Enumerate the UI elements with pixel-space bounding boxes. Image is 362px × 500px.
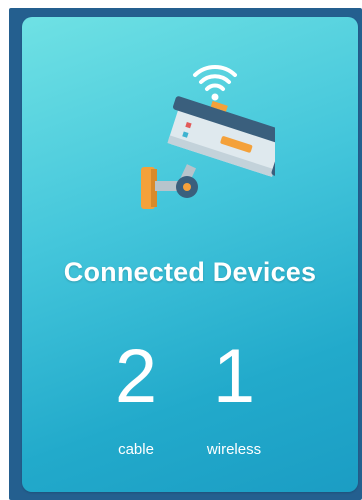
wifi-icon [193, 65, 237, 101]
wireless-stat: 1 wireless [184, 337, 284, 459]
wireless-count: 1 [212, 334, 256, 419]
cable-count: 2 [114, 334, 158, 419]
card-title: Connected Devices [63, 257, 317, 287]
security-camera-wifi-icon [141, 65, 275, 209]
cable-stat: 2 cable [86, 337, 186, 459]
connected-devices-card[interactable]: Connected Devices 2 cable 1 wireless [22, 17, 358, 492]
wireless-label: wireless [206, 441, 262, 458]
widget-frame: Connected Devices 2 cable 1 wireless [0, 0, 362, 500]
cable-label: cable [118, 441, 154, 458]
